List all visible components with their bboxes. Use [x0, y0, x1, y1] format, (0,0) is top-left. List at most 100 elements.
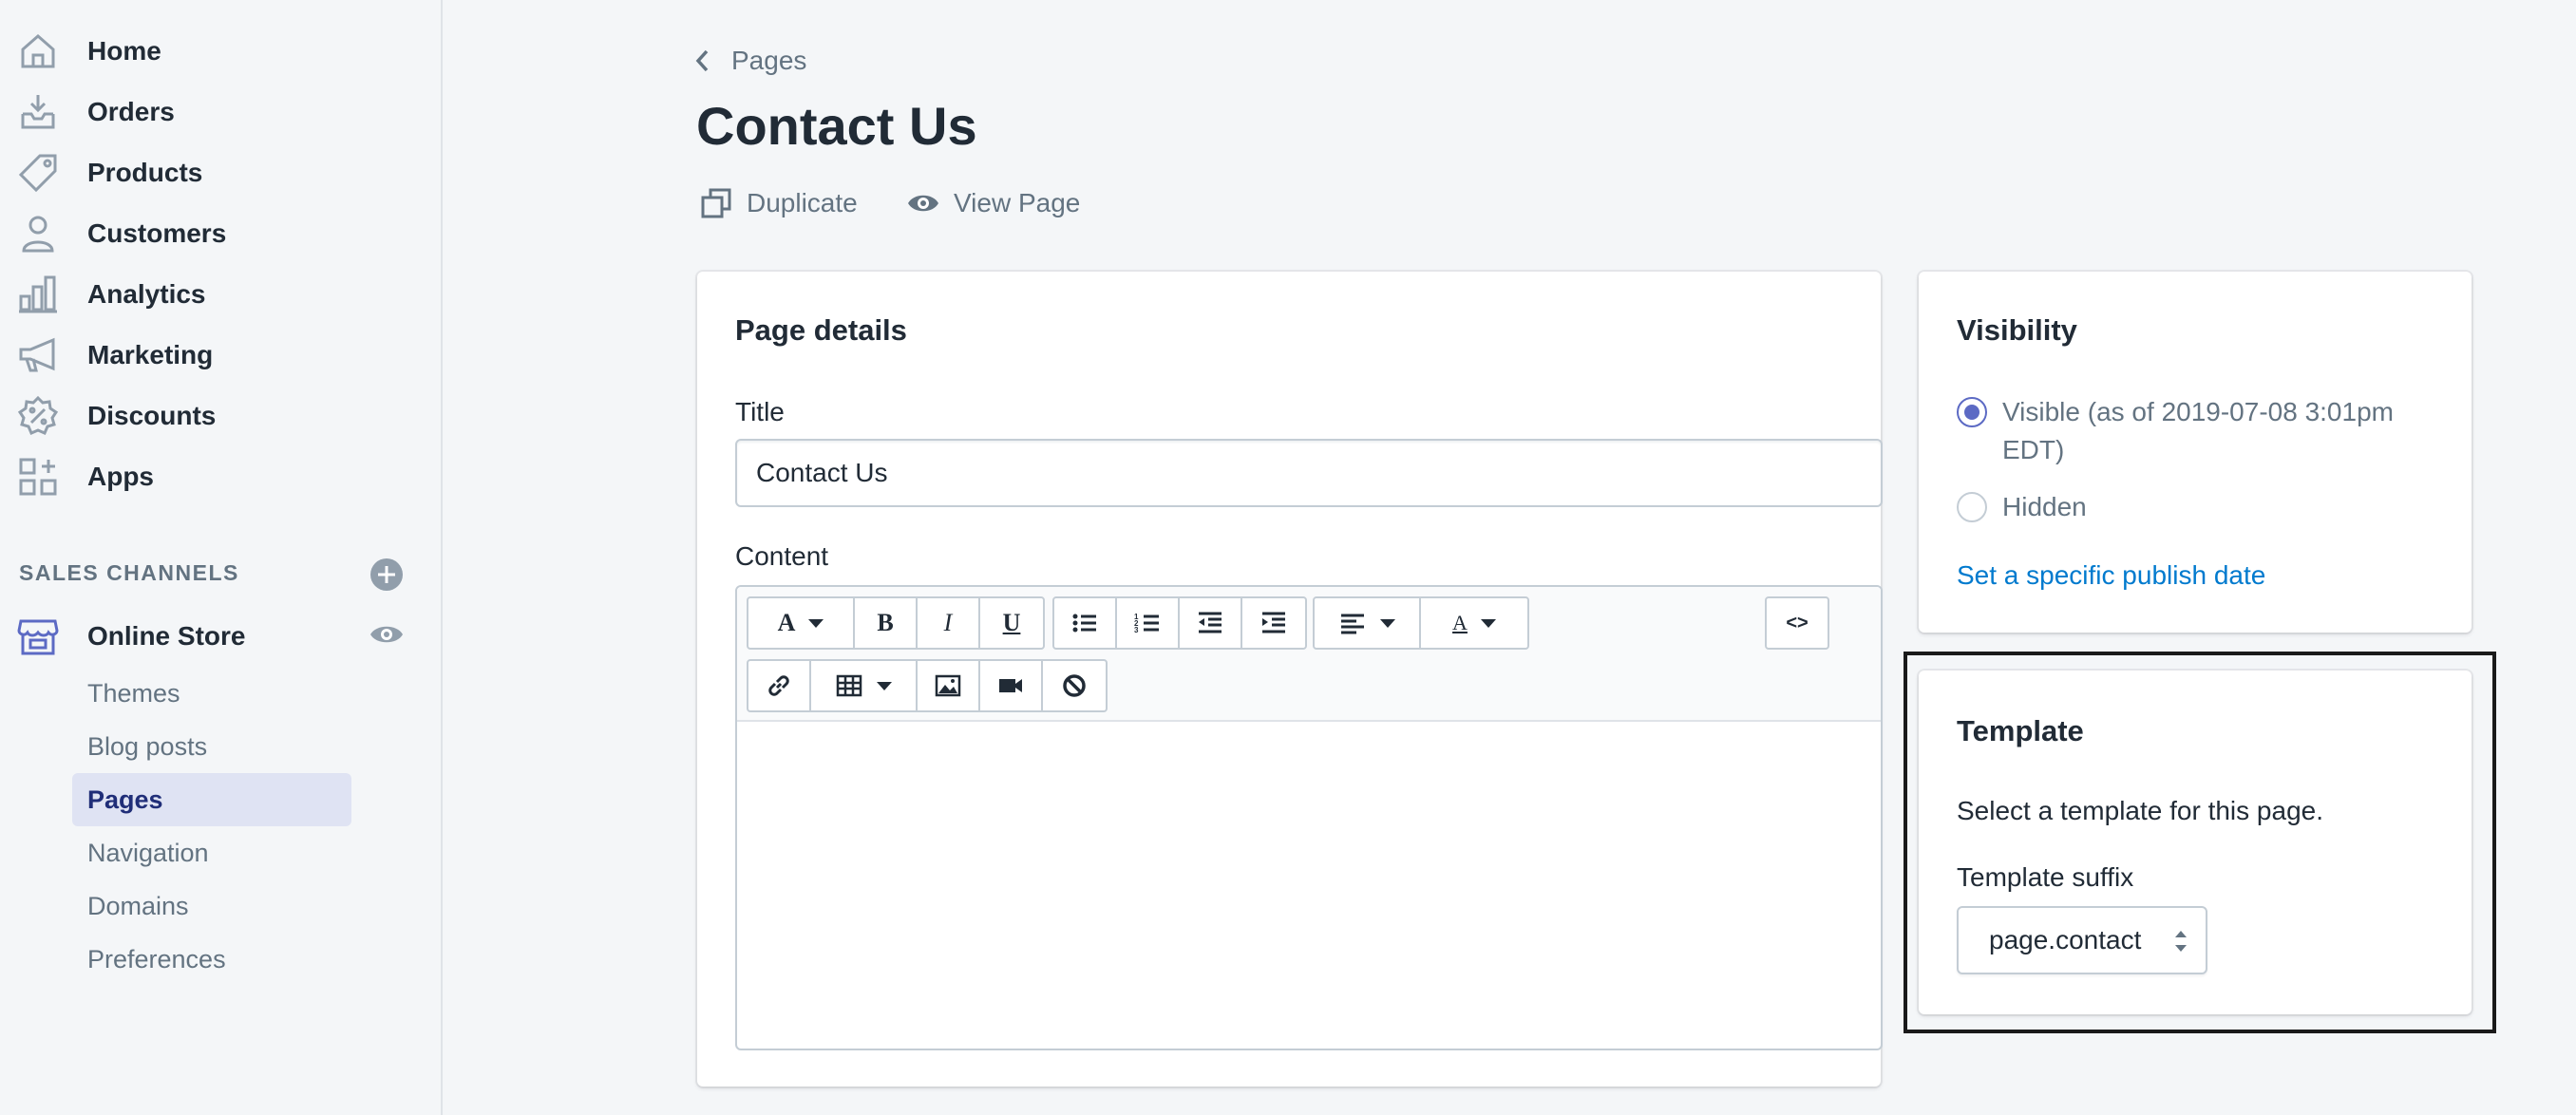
sidebar-item-marketing[interactable]: Marketing [0, 325, 443, 386]
sidebar-item-label: Products [87, 158, 203, 187]
sidebar-item-label: Discounts [87, 401, 217, 430]
list-group: 123 [1052, 596, 1307, 650]
rich-text-editor: A B I U 123 A <> [735, 585, 1883, 1050]
hidden-radio-label: Hidden [2002, 492, 2087, 521]
chevron-down-icon [877, 681, 892, 690]
numbered-list-icon: 123 [1134, 613, 1159, 634]
sidebar-item-label: Marketing [87, 340, 214, 369]
megaphone-icon [17, 334, 59, 376]
underline-icon: U [1002, 609, 1021, 636]
title-label: Title [735, 397, 785, 426]
link-icon [768, 675, 789, 696]
editor-toolbar: A B I U 123 A <> [737, 587, 1881, 722]
page-title: Contact Us [696, 96, 977, 156]
align-dropdown[interactable] [1315, 598, 1421, 648]
font-icon: A [777, 609, 796, 636]
highlight-box [1904, 652, 2496, 1033]
sidebar-item-customers[interactable]: Customers [0, 203, 443, 264]
numbered-list-button[interactable]: 123 [1117, 598, 1180, 648]
add-sales-channel-icon[interactable] [370, 558, 403, 591]
text-color-dropdown[interactable]: A [1421, 598, 1527, 648]
italic-icon: I [943, 609, 953, 636]
outdent-icon [1199, 612, 1222, 633]
underline-button[interactable]: U [980, 598, 1043, 648]
apps-icon [17, 456, 59, 498]
chevron-left-icon [695, 49, 709, 72]
content-label: Content [735, 541, 829, 571]
indent-icon [1262, 612, 1285, 633]
outdent-button[interactable] [1180, 598, 1242, 648]
bulleted-list-icon [1072, 614, 1096, 633]
eye-icon [908, 195, 938, 212]
duplicate-icon [701, 188, 731, 218]
insert-video-button[interactable] [980, 661, 1043, 710]
hidden-radio[interactable] [1957, 492, 1987, 522]
chevron-down-icon [1380, 618, 1395, 628]
html-group: <> [1765, 596, 1829, 650]
insert-group [747, 659, 1108, 712]
breadcrumb[interactable]: Pages [693, 46, 806, 76]
text-color-icon: A [1452, 611, 1468, 634]
person-icon [17, 213, 59, 255]
clear-formatting-button[interactable] [1043, 661, 1106, 710]
sidebar-item-discounts[interactable]: Discounts [0, 386, 443, 446]
sales-channels-header: SALES CHANNELS [19, 560, 239, 585]
sidebar-subitem-domains[interactable]: Domains [72, 879, 351, 933]
sidebar-item-analytics[interactable]: Analytics [0, 264, 443, 325]
indent-button[interactable] [1242, 598, 1305, 648]
html-view-button[interactable]: <> [1767, 598, 1828, 648]
set-publish-date-link[interactable]: Set a specific publish date [1957, 560, 2265, 591]
align-color-group: A [1313, 596, 1529, 650]
discount-icon [17, 395, 59, 437]
tag-icon [17, 152, 59, 194]
insert-table-dropdown[interactable] [811, 661, 918, 710]
visible-radio-label: Visible (as of 2019-07-08 3:01pm EDT) [2002, 397, 2394, 464]
editor-content-area[interactable] [737, 724, 1881, 1049]
align-left-icon [1341, 614, 1364, 634]
visibility-card: Visibility Visible (as of 2019-07-08 3:0… [1919, 272, 2472, 633]
font-style-dropdown[interactable]: A [748, 598, 855, 648]
block-icon [1063, 674, 1086, 697]
insert-link-button[interactable] [748, 661, 811, 710]
orders-icon [17, 91, 59, 133]
image-icon [935, 674, 961, 697]
italic-button[interactable]: I [918, 598, 980, 648]
bold-icon: B [877, 609, 894, 636]
sidebar-subitem-navigation[interactable]: Navigation [72, 826, 351, 879]
page-details-card: Page details Title Contact Us Content A … [697, 272, 1883, 1087]
sidebar-item-label: Online Store [87, 621, 246, 651]
duplicate-label: Duplicate [747, 188, 858, 217]
sidebar-item-label: Analytics [87, 279, 206, 309]
table-icon [836, 674, 862, 697]
sidebar: Home Orders Products Customers Analytics… [0, 0, 443, 1115]
sidebar-subitem-themes[interactable]: Themes [72, 667, 351, 720]
sidebar-subitem-blog-posts[interactable]: Blog posts [72, 720, 351, 773]
visibility-heading: Visibility [1957, 313, 2077, 347]
home-icon [17, 30, 59, 72]
sidebar-item-home[interactable]: Home [0, 21, 443, 82]
sidebar-item-label: Apps [87, 462, 154, 491]
svg-text:3: 3 [1134, 626, 1139, 634]
sidebar-subitem-pages[interactable]: Pages [72, 773, 351, 826]
visible-radio[interactable] [1957, 397, 1987, 427]
breadcrumb-pages-link[interactable]: Pages [731, 46, 806, 76]
sidebar-item-products[interactable]: Products [0, 142, 443, 203]
chevron-down-icon [808, 618, 824, 628]
view-page-label: View Page [954, 188, 1081, 217]
eye-icon[interactable] [369, 622, 405, 647]
video-camera-icon [999, 679, 1022, 692]
sidebar-subitem-preferences[interactable]: Preferences [72, 933, 351, 986]
page-details-heading: Page details [735, 313, 907, 347]
bulleted-list-button[interactable] [1054, 598, 1117, 648]
insert-image-button[interactable] [918, 661, 980, 710]
bar-chart-icon [17, 274, 59, 315]
sidebar-item-orders[interactable]: Orders [0, 82, 443, 142]
view-page-button[interactable]: View Page [906, 186, 1080, 220]
title-input[interactable]: Contact Us [735, 439, 1883, 507]
bold-button[interactable]: B [855, 598, 918, 648]
sidebar-item-label: Home [87, 36, 161, 66]
chevron-down-icon [1480, 618, 1496, 628]
sidebar-item-apps[interactable]: Apps [0, 446, 443, 507]
duplicate-button[interactable]: Duplicate [699, 186, 858, 220]
sidebar-item-label: Orders [87, 97, 175, 126]
